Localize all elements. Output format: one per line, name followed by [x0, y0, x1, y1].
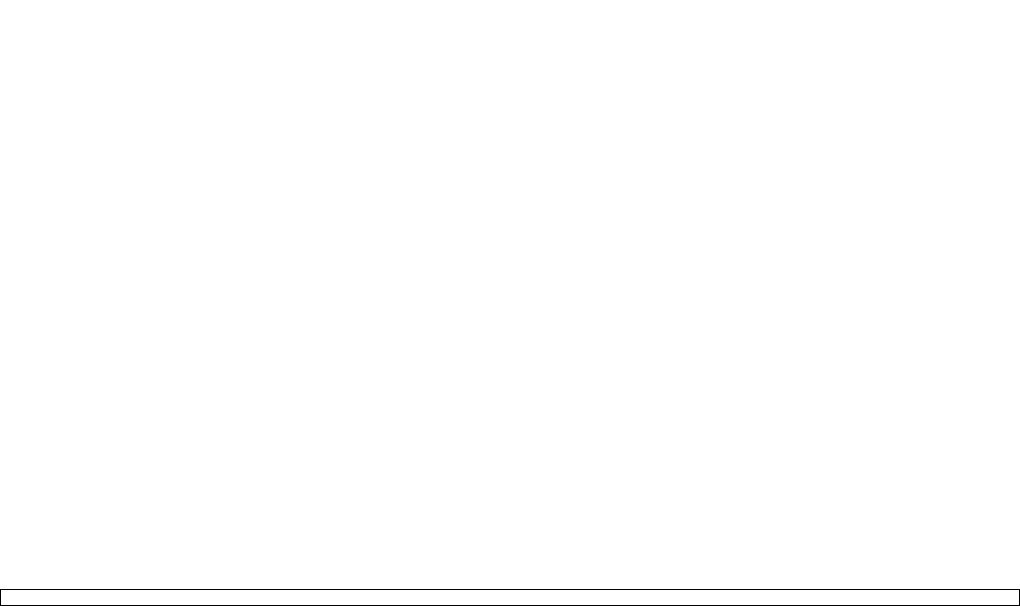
chart-canvas [0, 0, 1020, 606]
footer-bar [0, 589, 1020, 606]
weather-chart-page [0, 0, 1020, 606]
